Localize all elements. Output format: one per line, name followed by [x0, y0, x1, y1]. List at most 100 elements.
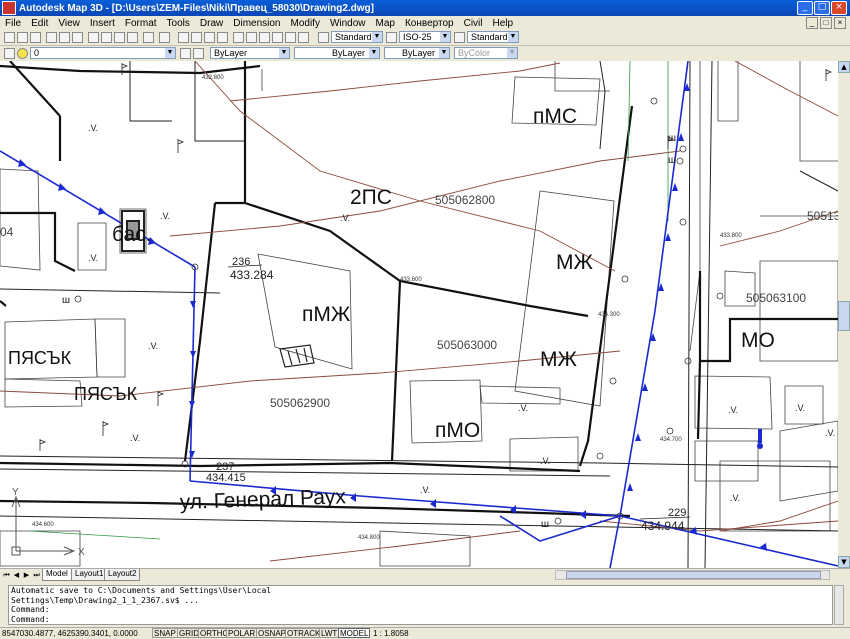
table-style-dropdown[interactable]: Standard ▼: [467, 31, 519, 43]
osnap-toggle[interactable]: OSNAP: [256, 628, 289, 638]
menu-help[interactable]: Help: [487, 18, 518, 29]
zoom-previous-icon[interactable]: [217, 32, 228, 43]
tab-model[interactable]: Model: [42, 569, 72, 581]
linetype-dropdown[interactable]: ByLayer ▼: [294, 47, 380, 59]
svg-text:.V.: .V.: [340, 213, 350, 223]
chevron-down-icon: ▼: [369, 48, 379, 58]
vertical-scrollbar[interactable]: ▲ ▼: [838, 61, 850, 568]
scroll-thumb[interactable]: [566, 571, 821, 579]
lineweight-dropdown[interactable]: ByLayer ▼: [384, 47, 450, 59]
menu-konvertor[interactable]: Конвертор: [400, 18, 459, 29]
menu-bar: File Edit View Insert Format Tools Draw …: [0, 16, 850, 30]
dim-style-dropdown[interactable]: ISO-25 ▼: [399, 31, 451, 43]
last-tab-icon[interactable]: ⏭: [32, 570, 41, 580]
map-drawing[interactable]: .V..V..V. .V..V..V. .V..V..V. .V..V..V. …: [0, 61, 838, 568]
prev-tab-icon[interactable]: ◀: [12, 570, 21, 580]
menu-insert[interactable]: Insert: [85, 18, 120, 29]
design-center-icon[interactable]: [246, 32, 257, 43]
markup-icon[interactable]: [285, 32, 296, 43]
tab-layout2[interactable]: Layout2: [104, 569, 141, 581]
svg-text:.V.: .V.: [88, 253, 98, 263]
match-properties-icon[interactable]: [127, 32, 138, 43]
menu-window[interactable]: Window: [325, 18, 371, 29]
pan-icon[interactable]: [178, 32, 189, 43]
zoom-window-icon[interactable]: [204, 32, 215, 43]
parcel-number: 505062900: [270, 396, 330, 410]
model-toggle[interactable]: MODEL: [338, 628, 371, 638]
label-pms: пМС: [533, 105, 577, 128]
lwt-toggle[interactable]: LWT: [319, 628, 340, 638]
parcel-number: 50513: [807, 209, 838, 223]
drawing-canvas[interactable]: .V. .V. .V. .V. .V. .V. .V. .V. .V. .V. .V. .V. …: [0, 61, 838, 568]
doc-close-button[interactable]: ×: [834, 17, 846, 29]
snap-toggle[interactable]: SNAP: [152, 628, 178, 638]
zoom-realtime-icon[interactable]: [191, 32, 202, 43]
command-scrollbar[interactable]: [834, 585, 844, 625]
doc-restore-button[interactable]: □: [820, 17, 832, 29]
tab-layout1[interactable]: Layout1: [71, 569, 108, 581]
menu-format[interactable]: Format: [120, 18, 162, 29]
well-label: ш: [62, 295, 70, 306]
chevron-down-icon: ▼: [440, 32, 450, 42]
chevron-down-icon: ▼: [372, 32, 382, 42]
elevation-labels: 432.800 433.600 433.800 434.300 434.700 …: [32, 75, 742, 541]
title-bar: Autodesk Map 3D - [D:\Users\ZEM-Files\Ni…: [0, 0, 850, 16]
properties-icon[interactable]: [233, 32, 244, 43]
open-icon[interactable]: [17, 32, 28, 43]
label-sand: ПЯСЪК: [74, 384, 138, 404]
layer-on-bulb-icon[interactable]: [17, 48, 28, 59]
menu-tools[interactable]: Tools: [162, 18, 195, 29]
app-icon: [2, 1, 16, 15]
command-history[interactable]: Automatic save to C:\Documents and Setti…: [8, 585, 833, 625]
copy-icon[interactable]: [101, 32, 112, 43]
otrack-toggle[interactable]: OTRACK: [285, 628, 323, 638]
plot-preview-icon[interactable]: [59, 32, 70, 43]
publish-icon[interactable]: [72, 32, 83, 43]
help-icon[interactable]: [298, 32, 309, 43]
doc-minimize-button[interactable]: _: [806, 17, 818, 29]
sheet-set-icon[interactable]: [272, 32, 283, 43]
new-icon[interactable]: [4, 32, 15, 43]
menu-dimension[interactable]: Dimension: [228, 18, 285, 29]
paste-icon[interactable]: [114, 32, 125, 43]
scroll-up-icon[interactable]: ▲: [838, 61, 850, 73]
maximize-button[interactable]: □: [814, 1, 830, 15]
horizontal-scrollbar[interactable]: [555, 570, 830, 580]
minimize-button[interactable]: _: [797, 1, 813, 15]
next-tab-icon[interactable]: ▶: [22, 570, 31, 580]
undo-icon[interactable]: [143, 32, 154, 43]
menu-civil[interactable]: Civil: [459, 18, 488, 29]
layer-dropdown[interactable]: 0 ▼: [30, 47, 176, 59]
color-dropdown[interactable]: ByLayer ▼: [210, 47, 290, 59]
layer-manager-icon[interactable]: [4, 48, 15, 59]
plot-icon[interactable]: [46, 32, 57, 43]
menu-draw[interactable]: Draw: [195, 18, 228, 29]
layer-previous-icon[interactable]: [193, 48, 204, 59]
cut-icon[interactable]: [88, 32, 99, 43]
svg-text:.V.: .V.: [728, 405, 738, 415]
menu-view[interactable]: View: [53, 18, 85, 29]
hydrant-icon: [757, 429, 763, 449]
close-button[interactable]: ×: [831, 1, 847, 15]
redo-icon[interactable]: [159, 32, 170, 43]
menu-edit[interactable]: Edit: [26, 18, 53, 29]
standard-toolbar: Standard ▼ ISO-25 ▼ Standard ▼: [0, 30, 850, 46]
well-label: ш: [668, 155, 676, 166]
scroll-thumb[interactable]: [838, 301, 850, 331]
make-current-icon[interactable]: [180, 48, 191, 59]
menu-file[interactable]: File: [0, 18, 26, 29]
text-style-dropdown[interactable]: Standard ▼: [331, 31, 383, 43]
tool-palettes-icon[interactable]: [259, 32, 270, 43]
window-title: Autodesk Map 3D - [D:\Users\ZEM-Files\Ni…: [19, 2, 374, 14]
well-label: ш: [541, 519, 549, 530]
menu-modify[interactable]: Modify: [286, 18, 325, 29]
first-tab-icon[interactable]: ⏮: [2, 570, 11, 580]
save-icon[interactable]: [30, 32, 41, 43]
survey-point-elevation: 433.284: [230, 268, 274, 282]
svg-text:432.800: 432.800: [202, 75, 224, 81]
polar-toggle[interactable]: POLAR: [226, 628, 258, 638]
command-prompt[interactable]: Command:: [11, 615, 832, 625]
v-markers: .V..V..V. .V..V..V. .V..V..V. .V..V..V. …: [88, 123, 835, 503]
menu-map[interactable]: Map: [371, 18, 400, 29]
scroll-down-icon[interactable]: ▼: [838, 556, 850, 568]
